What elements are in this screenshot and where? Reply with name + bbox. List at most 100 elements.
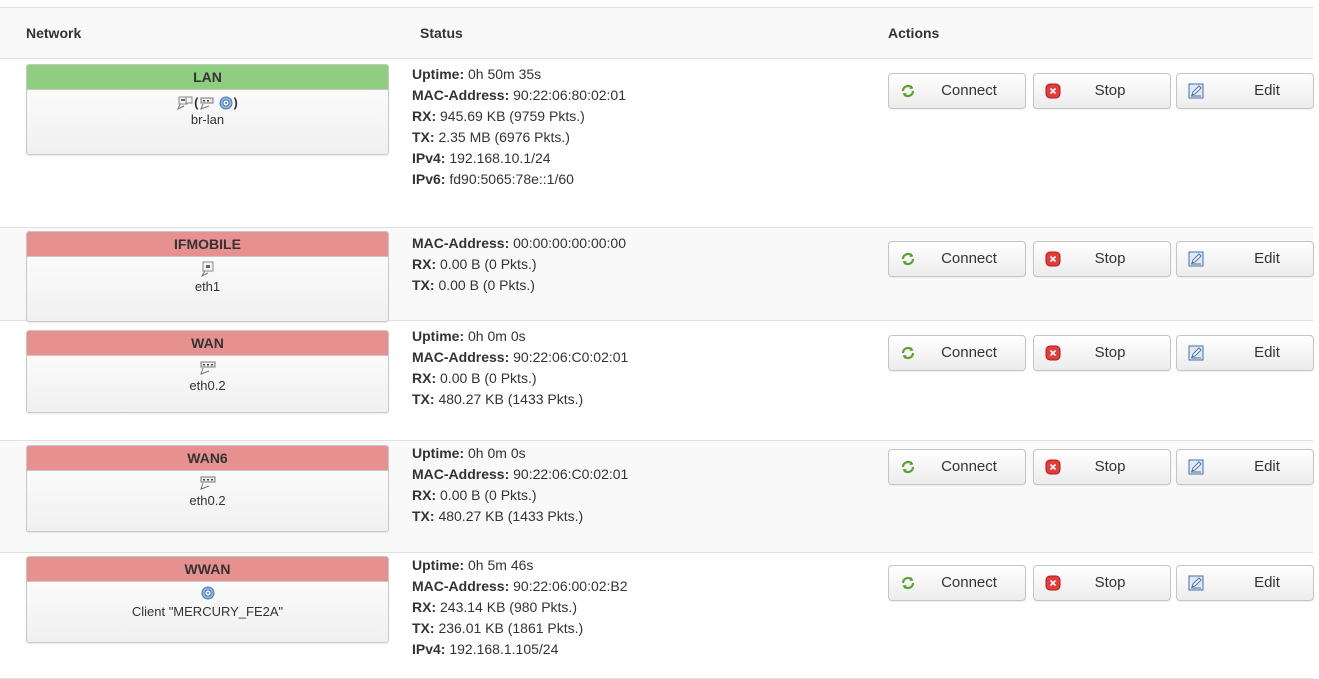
interface-row-wan6: WAN6 eth0.2 Uptime: 0h 0m 0s MAC-Address: 9… <box>0 441 1314 553</box>
status-line: RX: 0.00 B (0 Pkts.) <box>412 485 628 506</box>
connect-button[interactable]: Connect <box>888 241 1026 277</box>
stop-button[interactable]: Stop <box>1033 335 1171 371</box>
status-label: TX: <box>412 620 435 636</box>
status-line: TX: 0.00 B (0 Pkts.) <box>412 275 626 296</box>
device-name: Client "MERCURY_FE2A" <box>131 604 284 619</box>
stop-button[interactable]: Stop <box>1033 449 1171 485</box>
connect-button[interactable]: Connect <box>888 335 1026 371</box>
status-block: Uptime: 0h 0m 0s MAC-Address: 90:22:06:C0… <box>412 326 628 410</box>
edit-button-label: Edit <box>1254 458 1280 475</box>
status-block: Uptime: 0h 0m 0s MAC-Address: 90:22:06:C0… <box>412 443 628 527</box>
status-line: RX: 0.00 B (0 Pkts.) <box>412 254 626 275</box>
status-line: RX: 243.14 KB (980 Pkts.) <box>412 597 628 618</box>
stop-button-label: Stop <box>1094 344 1126 361</box>
interface-row-wwan: WWAN Client "MERCURY_FE2A" Uptime: 0h 5m 4… <box>0 553 1314 679</box>
interface-badge: LAN () br-lan <box>26 64 389 155</box>
status-line: MAC-Address: 90:22:06:C0:02:01 <box>412 347 628 368</box>
status-line: MAC-Address: 90:22:06:80:02:01 <box>412 85 626 106</box>
status-label: TX: <box>412 508 435 524</box>
status-label: Uptime: <box>412 66 465 82</box>
connect-button[interactable]: Connect <box>888 565 1026 601</box>
edit-button[interactable]: Edit <box>1176 449 1314 485</box>
status-value: 0h 50m 35s <box>464 66 542 82</box>
status-label: Uptime: <box>412 328 465 344</box>
status-value: 945.69 KB (9759 Pkts.) <box>436 108 585 124</box>
status-value: 90:22:06:C0:02:01 <box>509 466 629 482</box>
status-label: TX: <box>412 391 435 407</box>
connect-button-label: Connect <box>941 250 997 267</box>
interface-name: WAN6 <box>27 446 388 471</box>
status-label: RX: <box>412 370 437 386</box>
edit-button[interactable]: Edit <box>1176 335 1314 371</box>
status-value: 2.35 MB (6976 Pkts.) <box>434 129 570 145</box>
status-value: 0.00 B (0 Pkts.) <box>436 370 537 386</box>
connect-button-label: Connect <box>941 574 997 591</box>
status-label: MAC-Address: <box>412 349 510 365</box>
device-name: br-lan <box>190 112 225 127</box>
wifi-icon <box>27 586 388 604</box>
status-block: Uptime: 0h 5m 46s MAC-Address: 90:22:06:0… <box>412 555 628 660</box>
connect-button[interactable]: Connect <box>888 73 1026 109</box>
status-line: Uptime: 0h 0m 0s <box>412 326 628 347</box>
stop-button[interactable]: Stop <box>1033 241 1171 277</box>
status-value: 192.168.10.1/24 <box>445 150 551 166</box>
interface-name: WWAN <box>27 557 388 582</box>
edit-button-label: Edit <box>1254 344 1280 361</box>
status-block: Uptime: 0h 50m 35s MAC-Address: 90:22:06:… <box>412 64 626 190</box>
status-value: 236.01 KB (1861 Pkts.) <box>434 620 584 636</box>
status-label: IPv6: <box>412 171 446 187</box>
status-line: MAC-Address: 00:00:00:00:00:00 <box>412 233 626 254</box>
status-line: IPv4: 192.168.10.1/24 <box>412 148 626 169</box>
status-value: 480.27 KB (1433 Pkts.) <box>434 391 584 407</box>
status-label: Uptime: <box>412 557 465 573</box>
status-value: 0.00 B (0 Pkts.) <box>436 256 537 272</box>
interface-name: LAN <box>27 65 388 90</box>
status-value: 480.27 KB (1433 Pkts.) <box>434 508 584 524</box>
status-label: RX: <box>412 108 437 124</box>
connect-button-label: Connect <box>941 458 997 475</box>
status-label: TX: <box>412 129 435 145</box>
interface-name: WAN <box>27 331 388 356</box>
status-label: RX: <box>412 256 437 272</box>
connect-button[interactable]: Connect <box>888 449 1026 485</box>
stop-button[interactable]: Stop <box>1033 73 1171 109</box>
interface-row-ifmobile: IFMOBILE eth1 MAC-Address: 00:00:00:00:00:… <box>0 228 1314 322</box>
status-label: RX: <box>412 599 437 615</box>
bridge-icon: () <box>27 94 388 112</box>
interface-badge: IFMOBILE eth1 <box>26 231 389 322</box>
device-name: eth0.2 <box>189 493 226 508</box>
interface-badge: WAN6 eth0.2 <box>26 445 389 532</box>
status-line: IPv4: 192.168.1.105/24 <box>412 639 628 660</box>
stop-button[interactable]: Stop <box>1033 565 1171 601</box>
edit-button[interactable]: Edit <box>1176 73 1314 109</box>
status-line: Uptime: 0h 0m 0s <box>412 443 628 464</box>
status-line: Uptime: 0h 5m 46s <box>412 555 628 576</box>
status-label: RX: <box>412 487 437 503</box>
edit-button[interactable]: Edit <box>1176 241 1314 277</box>
stop-button-label: Stop <box>1094 574 1126 591</box>
interface-row-lan: LAN() br-lan Uptime: 0h 50m 35s MAC-Address… <box>0 59 1314 228</box>
edit-button[interactable]: Edit <box>1176 565 1314 601</box>
status-line: TX: 2.35 MB (6976 Pkts.) <box>412 127 626 148</box>
table-header: Network Status Actions <box>0 8 1313 59</box>
status-line: RX: 945.69 KB (9759 Pkts.) <box>412 106 626 127</box>
status-value: 0h 0m 0s <box>464 445 526 461</box>
column-header-status: Status <box>420 25 463 41</box>
ethernet-port-icon <box>27 261 388 279</box>
switch-icon <box>27 475 388 493</box>
status-value: 0.00 B (0 Pkts.) <box>434 277 535 293</box>
status-value: fd90:5065:78e::1/60 <box>445 171 574 187</box>
status-label: IPv4: <box>412 641 446 657</box>
edit-button-label: Edit <box>1254 250 1280 267</box>
status-value: 90:22:06:00:02:B2 <box>509 578 628 594</box>
status-label: IPv4: <box>412 150 446 166</box>
interface-badge: WAN eth0.2 <box>26 330 389 413</box>
status-label: MAC-Address: <box>412 578 510 594</box>
status-line: MAC-Address: 90:22:06:C0:02:01 <box>412 464 628 485</box>
edit-button-label: Edit <box>1254 82 1280 99</box>
status-value: 00:00:00:00:00:00 <box>509 235 627 251</box>
stop-button-label: Stop <box>1094 82 1126 99</box>
stop-button-label: Stop <box>1094 250 1126 267</box>
status-line: Uptime: 0h 50m 35s <box>412 64 626 85</box>
status-value: 90:22:06:C0:02:01 <box>509 349 629 365</box>
